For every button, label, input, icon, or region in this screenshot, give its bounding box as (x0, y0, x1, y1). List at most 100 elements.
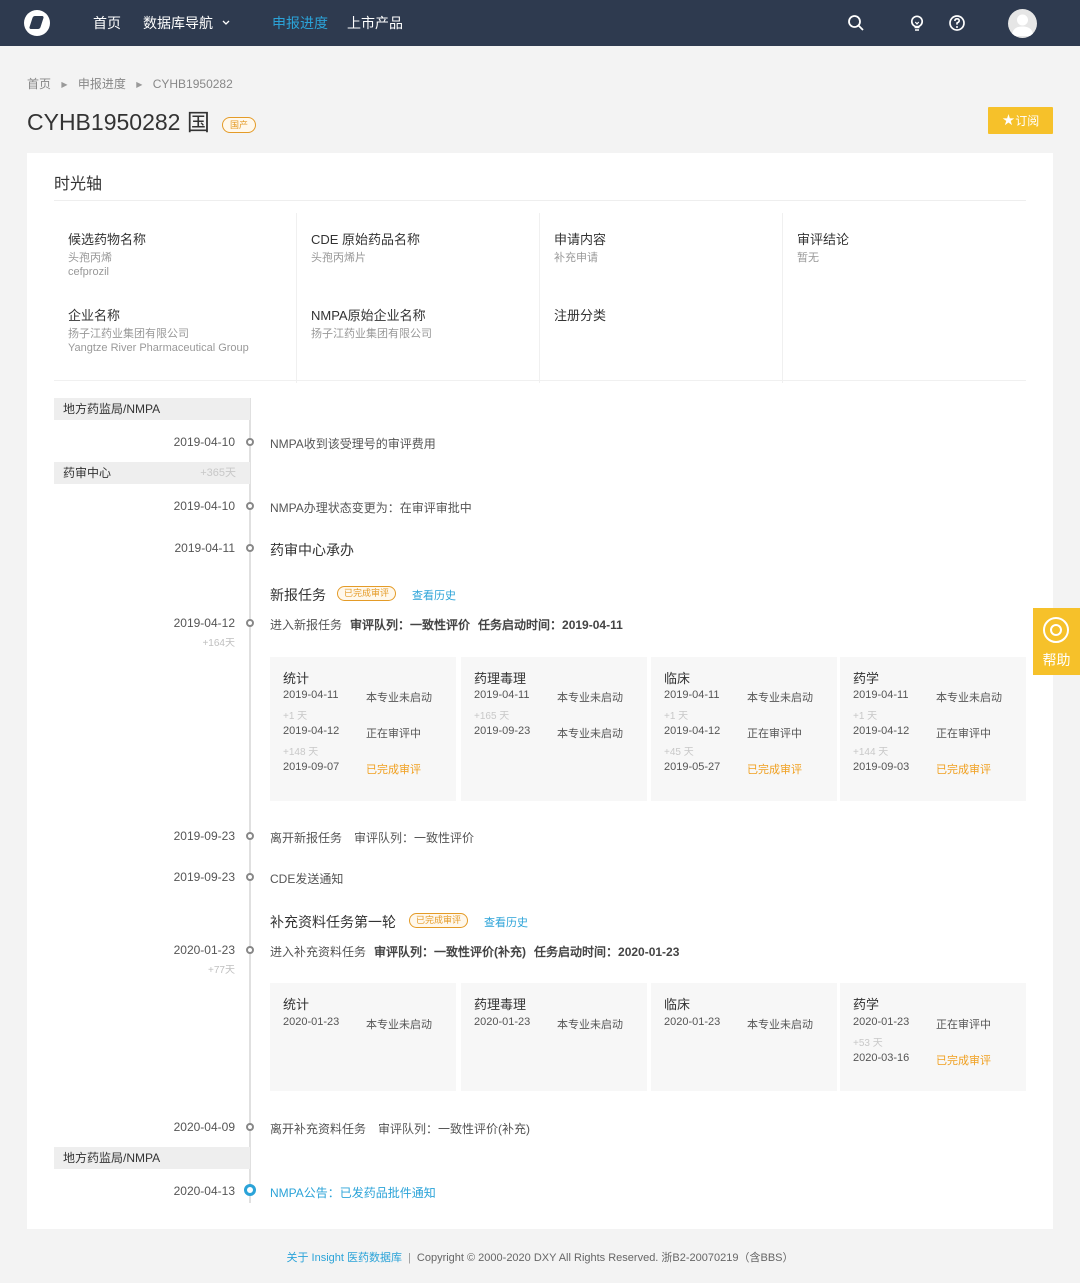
row-duration: +45 天 (664, 747, 694, 758)
box-title: 临床 (664, 671, 691, 686)
queue-label: 审评队列：一致性评价 (350, 618, 471, 632)
box-title: 统计 (283, 997, 310, 1012)
event-text: NMPA公告：已发药品批件通知 (270, 1186, 436, 1200)
breadcrumb-separator-icon: ▶ (61, 80, 68, 89)
queue-label: 审评队列：一致性评价(补充) (374, 945, 527, 959)
timeline-dot (246, 832, 254, 840)
row-duration: +1 天 (283, 711, 308, 722)
event-date: 2019-09-23 (173, 829, 235, 843)
view-history-link[interactable]: 查看历史 (412, 587, 456, 603)
review-box-pharmacology: 药理毒理 2019-04-11 本专业未启动 +165 天 2019-09-23… (461, 657, 647, 801)
timeline-dot (246, 946, 254, 954)
timeline-dot (246, 619, 254, 627)
timeline-line (249, 398, 251, 1203)
row-status: 正在审评中 (366, 728, 421, 740)
nav-products[interactable]: 上市产品 (347, 0, 403, 46)
row-status: 本专业未启动 (557, 692, 623, 704)
avatar[interactable] (1008, 9, 1037, 38)
user-icon (1012, 14, 1033, 36)
row-status: 本专业未启动 (557, 1019, 623, 1031)
event-date: 2019-04-11 (174, 541, 236, 555)
info-value: 头孢丙烯 (68, 252, 112, 264)
view-history-link[interactable]: 查看历史 (484, 914, 528, 930)
box-title: 药理毒理 (474, 997, 527, 1012)
section-band: 地方药监局/NMPA (54, 1147, 250, 1169)
divider (54, 380, 1026, 381)
event-date: 2019-04-10 (173, 499, 235, 513)
review-box-clinical: 临床 2019-04-11 本专业未启动 +1 天 2019-04-12 正在审… (651, 657, 837, 801)
subscribe-label: 订阅 (1015, 114, 1040, 128)
breadcrumb-home[interactable]: 首页 (27, 75, 51, 92)
card-title: 时光轴 (54, 176, 103, 193)
info-label: 审评结论 (797, 232, 850, 247)
event-title: 药审中心承办 (270, 542, 354, 558)
task-status-badge: 已完成审评 (409, 913, 469, 928)
info-label: 候选药物名称 (68, 232, 147, 247)
row-duration: +1 天 (664, 711, 689, 722)
review-box-pharmacology: 药理毒理 2020-01-23 本专业未启动 (461, 983, 647, 1091)
logo[interactable] (24, 10, 50, 36)
about-link[interactable]: 关于 Insight 医药数据库 (287, 1252, 403, 1264)
help-button[interactable]: 帮助 (1033, 608, 1080, 675)
subscribe-button[interactable]: ★订阅 (988, 107, 1053, 134)
copyright-text: Copyright © 2000-2020 DXY All Rights Res… (416, 1252, 794, 1264)
question-icon[interactable] (948, 14, 966, 32)
divider (54, 200, 1026, 201)
timeline-dot (246, 544, 254, 552)
timeline-dot (246, 873, 254, 881)
event-date: 2020-04-09 (173, 1120, 235, 1134)
help-label: 帮助 (1042, 652, 1071, 668)
info-label: CDE 原始药品名称 (311, 232, 421, 247)
search-icon[interactable] (847, 14, 865, 32)
review-box-clinical: 临床 2020-01-23 本专业未启动 (651, 983, 837, 1091)
task-title: 补充资料任务第一轮 (270, 914, 396, 930)
lightbulb-icon[interactable] (908, 14, 926, 32)
nav-home[interactable]: 首页 (93, 0, 121, 46)
event-text-main: 进入补充资料任务 (270, 945, 367, 959)
row-date: 2019-09-07 (283, 761, 340, 773)
section-band: 药审中心 +365天 (54, 462, 250, 484)
row-date: 2020-01-23 (853, 1016, 910, 1028)
help-icon (1043, 617, 1069, 643)
event-text: 进入补充资料任务 审评队列：一致性评价(补充) 任务启动时间：2020-01-23 (270, 943, 679, 960)
top-nav: 首页 数据库导航 申报进度 上市产品 (0, 0, 1080, 46)
row-status: 本专业未启动 (747, 692, 813, 704)
box-title: 药理毒理 (474, 671, 527, 686)
info-column: 候选药物名称 头孢丙烯 cefprozil 企业名称 扬子江药业集团有限公司 Y… (54, 213, 297, 383)
info-value: 扬子江药业集团有限公司 (68, 328, 189, 340)
row-date: 2019-04-11 (853, 689, 909, 701)
row-date: 2019-04-12 (283, 725, 340, 737)
info-value: Yangtze River Pharmaceutical Group (68, 342, 249, 354)
row-status: 已完成审评 (747, 764, 802, 776)
star-icon: ★ (1001, 112, 1016, 129)
review-box-pharmacy: 药学 2020-01-23 正在审评中 +53 天 2020-03-16 已完成… (840, 983, 1026, 1091)
start-time-label: 任务启动时间：2019-04-11 (478, 618, 623, 632)
review-box-statistics: 统计 2019-04-11 本专业未启动 +1 天 2019-04-12 正在审… (270, 657, 456, 801)
box-title: 统计 (283, 671, 310, 686)
nav-database[interactable]: 数据库导航 (143, 0, 230, 46)
row-status: 正在审评中 (747, 728, 802, 740)
section-duration: +365天 (200, 467, 236, 479)
row-date: 2019-04-11 (664, 689, 720, 701)
row-status: 本专业未启动 (366, 692, 432, 704)
breadcrumb-current: CYHB1950282 (152, 77, 233, 91)
event-duration: +164天 (202, 638, 235, 649)
event-text: 离开新报任务 审评队列：一致性评价 (270, 831, 475, 845)
row-date: 2019-09-23 (474, 725, 531, 737)
row-status: 已完成审评 (936, 764, 991, 776)
nav-progress[interactable]: 申报进度 (272, 0, 328, 46)
event-text: NMPA收到该受理号的审评费用 (270, 437, 436, 451)
task-status-badge: 已完成审评 (337, 586, 397, 601)
review-box-statistics: 统计 2020-01-23 本专业未启动 (270, 983, 456, 1091)
section-label: 药审中心 (63, 466, 112, 480)
event-text: 离开补充资料任务 审评队列：一致性评价(补充) (270, 1122, 530, 1136)
row-date: 2019-04-12 (664, 725, 721, 737)
breadcrumb-progress[interactable]: 申报进度 (78, 75, 126, 92)
info-label: 申请内容 (554, 232, 607, 247)
row-status: 已完成审评 (936, 1055, 991, 1067)
timeline-dot (246, 1123, 254, 1131)
row-duration: +53 天 (853, 1038, 883, 1049)
event-text-main: 进入新报任务 (270, 618, 343, 632)
event-date: 2019-09-23 (173, 870, 235, 884)
info-value: 补充申请 (554, 252, 598, 264)
